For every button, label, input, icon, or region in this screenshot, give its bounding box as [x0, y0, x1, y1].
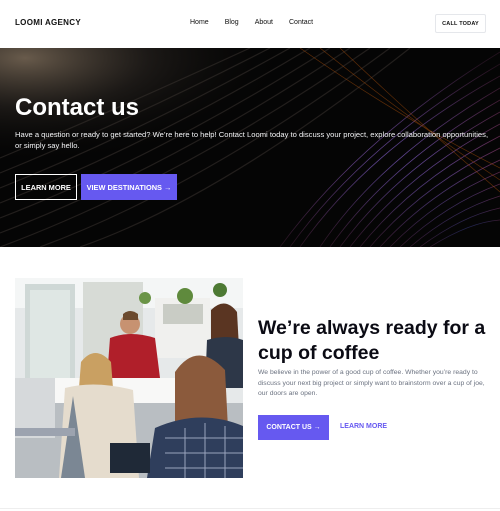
- hero-section: Contact us Have a question or ready to g…: [0, 48, 500, 247]
- nav-contact[interactable]: Contact: [289, 19, 313, 26]
- call-today-button[interactable]: CALL TODAY: [435, 14, 486, 33]
- nav-about[interactable]: About: [255, 19, 273, 26]
- site-header: LOOMI AGENCY Home Blog About Contact CAL…: [0, 0, 500, 48]
- view-destinations-button[interactable]: VIEW DESTINATIONS →: [81, 174, 177, 200]
- nav-home[interactable]: Home: [190, 19, 209, 26]
- learn-more-button[interactable]: LEARN MORE: [15, 174, 77, 200]
- office-meeting-photo: [15, 278, 243, 478]
- logo[interactable]: LOOMI AGENCY: [15, 18, 81, 27]
- divider: [0, 508, 500, 509]
- section-heading: We’re always ready for a cup of coffee: [258, 317, 486, 364]
- contact-us-button[interactable]: CONTACT US →: [258, 415, 329, 440]
- page-title: Contact us: [15, 94, 140, 121]
- section-description: We believe in the power of a good cup of…: [258, 369, 485, 397]
- hero-description: Have a question or ready to get started?…: [15, 130, 489, 150]
- main-nav: Home Blog About Contact: [190, 19, 329, 26]
- learn-more-link[interactable]: LEARN MORE: [340, 423, 387, 430]
- nav-blog[interactable]: Blog: [225, 19, 239, 26]
